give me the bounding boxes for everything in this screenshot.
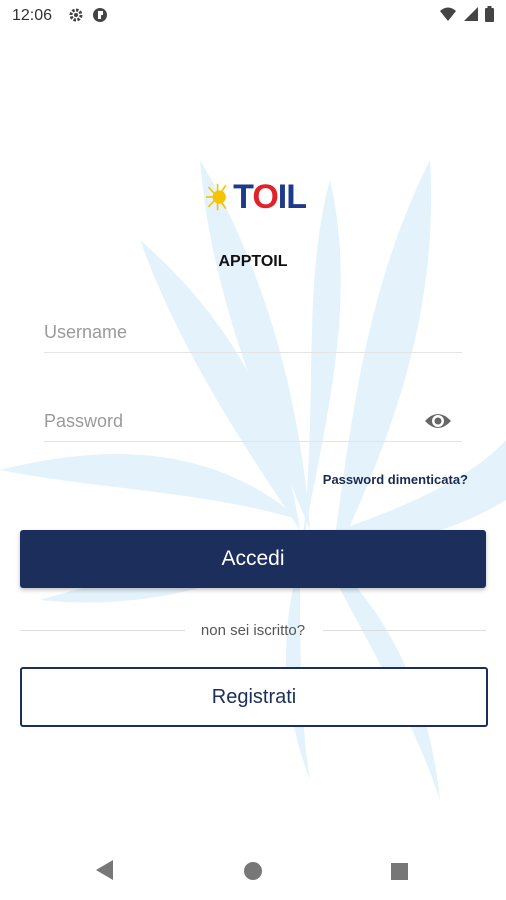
register-button[interactable]: Registrati xyxy=(20,667,488,727)
username-input[interactable] xyxy=(44,321,462,343)
password-field[interactable] xyxy=(44,401,462,442)
logo-text: TOIL xyxy=(233,177,307,216)
login-button-label: Accedi xyxy=(221,547,285,570)
register-button-label: Registrati xyxy=(211,685,297,708)
app-title: APPTOIL xyxy=(218,253,288,270)
forgot-password-link[interactable]: Password dimenticata? xyxy=(323,472,468,487)
login-button[interactable]: Accedi xyxy=(20,530,486,588)
eye-icon[interactable] xyxy=(424,409,452,433)
password-input[interactable] xyxy=(44,410,462,432)
username-field[interactable] xyxy=(44,312,462,353)
sun-icon xyxy=(206,183,227,211)
register-divider: non sei iscritto? xyxy=(20,620,486,640)
toil-logo: TOIL xyxy=(206,176,307,218)
register-prompt: non sei iscritto? xyxy=(200,622,306,639)
